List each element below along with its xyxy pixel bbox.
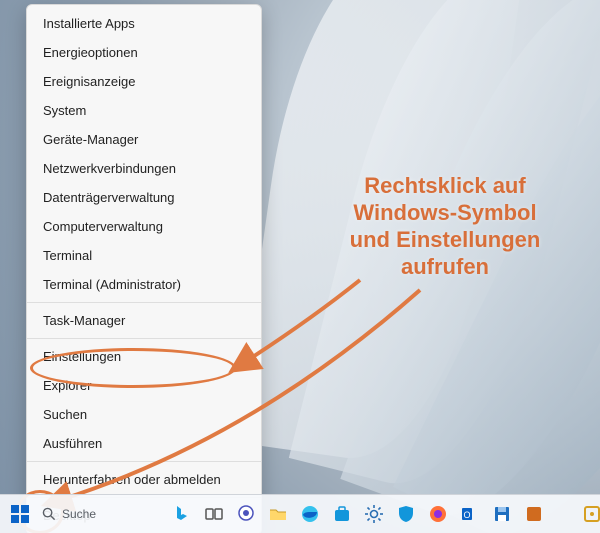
menu-item-shutdown-signout[interactable]: Herunterfahren oder abmelden <box>27 465 261 494</box>
taskbar-firefox-icon[interactable] <box>424 500 452 528</box>
start-button[interactable] <box>6 500 34 528</box>
menu-item-terminal-admin[interactable]: Terminal (Administrator) <box>27 270 261 299</box>
taskbar-search[interactable]: Suche <box>38 500 104 528</box>
edge-icon <box>300 504 320 524</box>
taskview-icon <box>204 504 224 524</box>
annotation-line: Windows-Symbol <box>353 200 536 225</box>
folder-icon <box>268 504 288 524</box>
menu-item-search[interactable]: Suchen <box>27 400 261 429</box>
desktop: Installierte Apps Energieoptionen Ereign… <box>0 0 600 533</box>
windows-icon <box>10 504 30 524</box>
taskbar-security-icon[interactable] <box>392 500 420 528</box>
menu-item-power-options[interactable]: Energieoptionen <box>27 38 261 67</box>
menu-item-system[interactable]: System <box>27 96 261 125</box>
search-label: Suche <box>62 507 96 521</box>
tray-icon <box>582 504 600 524</box>
taskbar-explorer-icon[interactable] <box>264 500 292 528</box>
menu-separator <box>27 461 261 462</box>
winx-context-menu: Installierte Apps Energieoptionen Ereign… <box>26 4 262 533</box>
taskbar: Suche <box>0 494 600 533</box>
menu-item-computer-management[interactable]: Computerverwaltung <box>27 212 261 241</box>
taskbar-tray-icon[interactable] <box>578 500 600 528</box>
taskbar-app-icon[interactable] <box>520 500 548 528</box>
menu-item-disk-management[interactable]: Datenträgerverwaltung <box>27 183 261 212</box>
annotation-line: und Einstellungen <box>350 227 541 252</box>
menu-item-network-connections[interactable]: Netzwerkverbindungen <box>27 154 261 183</box>
taskbar-chat-icon[interactable] <box>232 500 260 528</box>
search-icon <box>42 507 56 521</box>
gear-icon <box>364 504 384 524</box>
shield-icon <box>396 504 416 524</box>
svg-text:O: O <box>463 510 470 520</box>
menu-item-run[interactable]: Ausführen <box>27 429 261 458</box>
taskbar-bing-icon[interactable] <box>168 500 196 528</box>
annotation-oval-settings <box>30 348 236 388</box>
annotation-text: Rechtsklick auf Windows-Symbol und Einst… <box>310 172 580 280</box>
bing-icon <box>172 504 192 524</box>
taskbar-edge-icon[interactable] <box>296 500 324 528</box>
menu-item-event-viewer[interactable]: Ereignisanzeige <box>27 67 261 96</box>
taskbar-settings-icon[interactable] <box>360 500 388 528</box>
menu-separator <box>27 302 261 303</box>
taskbar-taskview-icon[interactable] <box>200 500 228 528</box>
menu-item-terminal[interactable]: Terminal <box>27 241 261 270</box>
menu-item-task-manager[interactable]: Task-Manager <box>27 306 261 335</box>
taskbar-store-icon[interactable] <box>328 500 356 528</box>
chat-icon <box>236 504 256 524</box>
menu-item-device-manager[interactable]: Geräte-Manager <box>27 125 261 154</box>
floppy-icon <box>492 504 512 524</box>
outlook-icon: O <box>460 504 480 524</box>
menu-separator <box>27 338 261 339</box>
taskbar-outlook-icon[interactable]: O <box>456 500 484 528</box>
annotation-line: Rechtsklick auf <box>364 173 525 198</box>
taskbar-save-icon[interactable] <box>488 500 516 528</box>
firefox-icon <box>428 504 448 524</box>
store-icon <box>332 504 352 524</box>
menu-item-installed-apps[interactable]: Installierte Apps <box>27 9 261 38</box>
app-icon <box>524 504 544 524</box>
annotation-line: aufrufen <box>401 254 489 279</box>
